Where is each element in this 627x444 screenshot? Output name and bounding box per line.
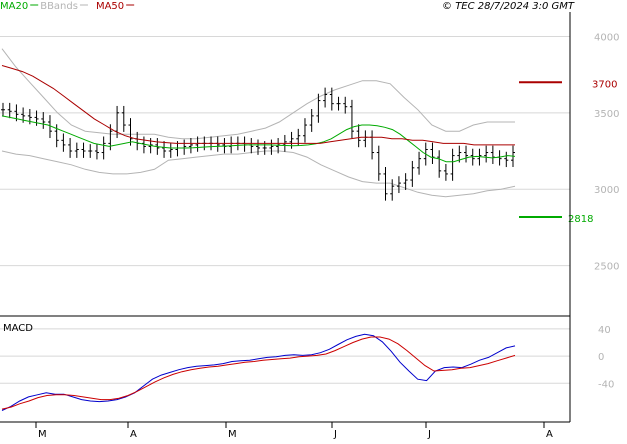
price-bar: [370, 130, 375, 160]
x-tick-J-4: J: [427, 429, 431, 440]
price-bar: [249, 138, 254, 154]
price-bar: [229, 136, 234, 154]
series-ma50: [1, 65, 515, 146]
price-bar: [417, 151, 422, 175]
price-bar: [74, 142, 79, 158]
y-tick-2500: 2500: [594, 262, 619, 273]
price-bar: [182, 139, 187, 155]
price-bar: [289, 131, 294, 149]
legend-bbands: BBands: [40, 1, 78, 12]
price-bar: [437, 150, 442, 178]
price-bar: [101, 136, 106, 160]
price-bar: [269, 139, 274, 155]
y-tick-3500: 3500: [594, 109, 619, 120]
legend-ma20: MA20: [0, 1, 28, 12]
price-bar: [88, 144, 93, 158]
x-tick-M-0: M: [38, 429, 47, 440]
copyright-text: © TEC 28/7/2024 3:0 GMT: [442, 1, 575, 12]
price-bar: [349, 99, 354, 139]
price-bar: [302, 118, 307, 143]
price-bar: [68, 138, 73, 158]
x-tick-J-3: J: [333, 429, 337, 440]
price-bar: [81, 142, 86, 158]
price-bar: [356, 124, 361, 148]
y-tick-4000: 4000: [594, 32, 619, 43]
chart-canvas: 3700 2818 2500 3000 3500 4000 40 0 -40 M A M J J A MA…: [0, 1, 619, 440]
series-bbands-lower: [1, 150, 516, 198]
price-bar: [430, 142, 435, 164]
price-bar: [497, 150, 502, 166]
price-bar: [242, 136, 247, 152]
price-bar: [443, 164, 448, 181]
macd-y-tick-1: 0: [598, 352, 604, 363]
price-bar: [162, 141, 167, 158]
macd-y-tick-0: 40: [598, 325, 611, 336]
price-bar: [121, 105, 126, 132]
price-bars: [1, 87, 515, 201]
price-bar: [390, 179, 395, 201]
price-bar: [256, 139, 260, 155]
series-bbands-upper: [1, 48, 515, 140]
stock-chart: 3700 2818 2500 3000 3500 4000 40 0 -40 M A M J J A MA…: [0, 0, 627, 440]
price-bar: [323, 87, 328, 108]
price-bar: [464, 145, 469, 163]
marker-label-3700: 3700: [592, 79, 617, 90]
price-bar: [490, 145, 495, 164]
price-bar: [450, 148, 455, 181]
marker-label-2818: 2818: [568, 214, 593, 225]
price-bar: [410, 160, 415, 187]
x-tick-A-5: A: [546, 429, 553, 440]
y-tick-3000: 3000: [594, 185, 619, 196]
price-bar: [383, 167, 388, 201]
x-tick-A-1: A: [130, 429, 137, 440]
price-bar: [396, 176, 401, 194]
price-bar: [336, 96, 341, 111]
price-bar: [41, 112, 46, 129]
price-bar: [61, 133, 66, 152]
price-bar: [94, 144, 99, 160]
price-bar: [363, 130, 368, 148]
legend-ma50: MA50: [96, 1, 124, 12]
price-bar: [188, 138, 193, 154]
price-bar: [215, 136, 220, 152]
price-bar: [168, 142, 173, 158]
price-bar: [343, 96, 348, 114]
price-bar: [484, 145, 489, 163]
macd-y-tick-2: -40: [598, 379, 614, 390]
price-bar: [1, 102, 5, 117]
macd-label: MACD: [3, 323, 33, 334]
macd-series-macd: [1, 333, 516, 411]
x-tick-M-2: M: [228, 429, 237, 440]
price-bar: [7, 102, 12, 119]
price-bar: [376, 145, 381, 181]
price-bar: [504, 151, 509, 168]
